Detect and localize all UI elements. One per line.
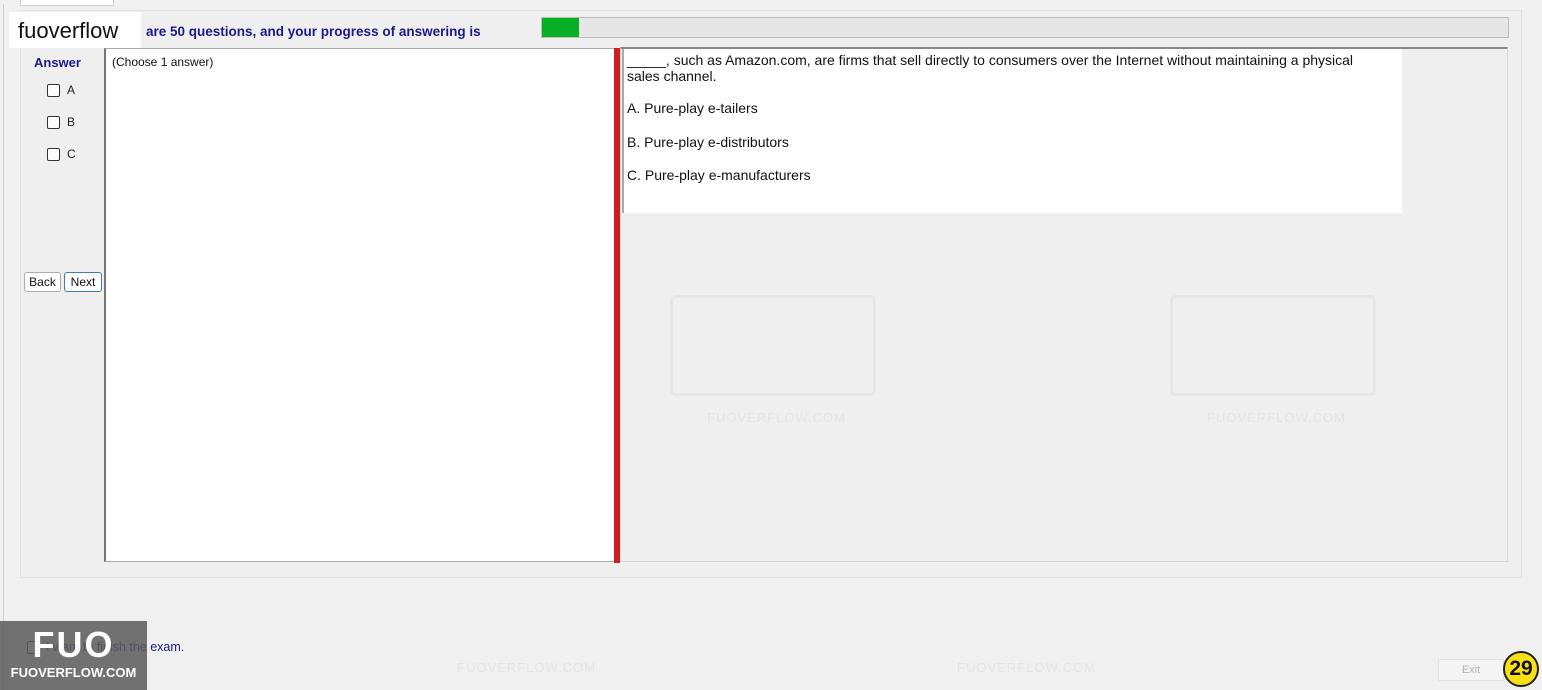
watermark-text: FUOVERFLOW.COM (457, 660, 596, 675)
fuo-logo-text: FUO (32, 624, 115, 665)
fuo-logo-watermark: FUO FUOVERFLOW.COM (0, 621, 147, 690)
brand-label: fuoverflow (9, 12, 141, 48)
answer-option-a[interactable]: A (47, 83, 75, 97)
choose-hint: (Choose 1 answer) (112, 55, 214, 69)
question-text: _____, such as Amazon.com, are firms tha… (627, 52, 1354, 84)
checkbox-a[interactable] (47, 83, 60, 97)
exit-button[interactable]: Exit (1438, 659, 1504, 681)
watermark-text: FUOVERFLOW.COM (957, 660, 1096, 675)
progress-text: are 50 questions, and your progress of a… (146, 24, 481, 39)
checkbox-c[interactable] (47, 147, 60, 161)
fuo-logo-subtext: FUOVERFLOW.COM (10, 665, 137, 680)
next-button[interactable]: Next (64, 272, 102, 292)
answer-option-b[interactable]: B (47, 115, 75, 129)
question-number-badge: 29 (1503, 651, 1539, 687)
question-option-a: A. Pure-play e-tailers (627, 100, 758, 116)
answer-option-label: A (67, 83, 76, 97)
window-tab (20, 0, 114, 6)
progress-fill (542, 18, 579, 37)
question-option-c: C. Pure-play e-manufacturers (627, 167, 811, 183)
checkbox-b[interactable] (47, 115, 60, 129)
progress-bar (541, 17, 1509, 38)
answer-option-label: B (67, 115, 76, 129)
answer-title: Answer (34, 55, 81, 70)
answer-option-c[interactable]: C (47, 147, 76, 161)
back-button[interactable]: Back (24, 272, 61, 292)
question-box: _____, such as Amazon.com, are firms tha… (622, 49, 1402, 213)
answer-textbox[interactable]: (Choose 1 answer) (104, 48, 614, 562)
answer-option-label: C (67, 147, 76, 161)
question-option-b: B. Pure-play e-distributors (627, 134, 789, 150)
